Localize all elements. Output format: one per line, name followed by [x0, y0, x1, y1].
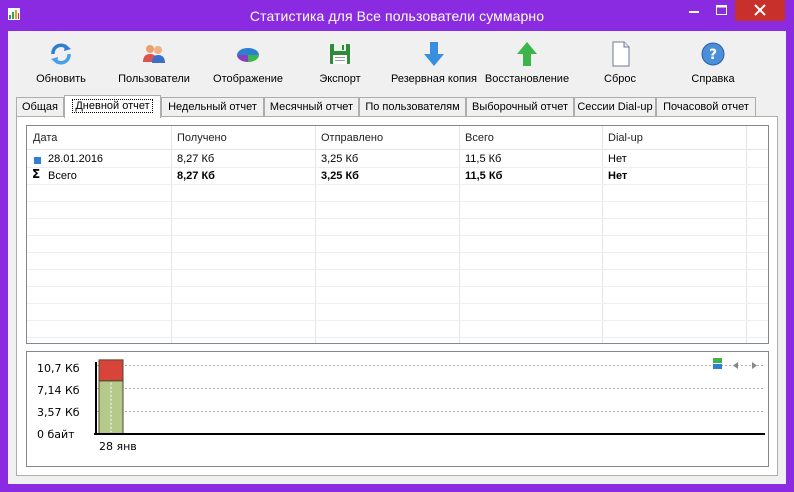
reset-icon: [607, 41, 633, 67]
help-icon: ?: [700, 41, 726, 67]
backup-label: Резервная копия: [390, 73, 478, 85]
cell-dialup: Нет: [608, 153, 627, 165]
row-divider: [27, 167, 768, 168]
column-header-dialup[interactable]: Dial-up: [608, 132, 643, 144]
traffic-chart[interactable]: 10,7 Кб 7,14 Кб 3,57 Кб 0 байт 28 янв: [26, 351, 769, 467]
legend-icon[interactable]: [713, 358, 722, 372]
tab-label: Почасовой отчет: [663, 101, 749, 113]
tab-dialup-sessions[interactable]: Сессии Dial-up: [574, 97, 656, 117]
row-divider: [27, 286, 768, 287]
users-label: Пользователи: [118, 73, 190, 85]
tab-daily-report[interactable]: Дневной отчет: [64, 95, 161, 118]
row-divider: [27, 337, 768, 338]
reset-label: Сброс: [604, 73, 636, 85]
table-header: Дата Получено Отправлено Всего Dial-up: [27, 126, 768, 150]
tab-label: Выборочный отчет: [471, 101, 568, 113]
column-header-received[interactable]: Получено: [177, 132, 227, 144]
tab-label: Сессии Dial-up: [577, 101, 653, 113]
cell-total: 11,5 Кб: [465, 153, 502, 165]
cell-total: 11,5 Кб: [465, 170, 503, 182]
restore-icon: [514, 41, 540, 67]
sigma-icon: Σ: [32, 167, 43, 183]
cell-received: 8,27 Кб: [177, 153, 215, 165]
report-table[interactable]: Дата Получено Отправлено Всего Dial-up 2…: [26, 125, 769, 344]
users-button[interactable]: Пользователи: [111, 37, 197, 91]
cell-date: Всего: [48, 170, 77, 182]
maximize-icon: [708, 0, 735, 21]
tab-label: Недельный отчет: [168, 101, 257, 113]
cell-dialup: Нет: [608, 170, 628, 182]
scroll-left-icon[interactable]: [733, 360, 739, 372]
title-bar[interactable]: Статистика для Все пользователи суммарно: [0, 0, 794, 31]
backup-button[interactable]: Резервная копия: [388, 37, 480, 91]
column-header-total[interactable]: Всего: [465, 132, 494, 144]
display-icon: [235, 41, 261, 67]
users-icon: [141, 41, 167, 67]
report-tabs: Общая Дневной отчет Недельный отчет Меся…: [16, 95, 778, 118]
row-divider: [27, 320, 768, 321]
scroll-right-icon[interactable]: [752, 360, 758, 372]
restore-label: Восстановление: [484, 73, 570, 85]
bar-segment-1: [98, 359, 124, 382]
tab-label: Общая: [22, 101, 58, 113]
refresh-label: Обновить: [36, 73, 86, 85]
tab-hourly-report[interactable]: Почасовой отчет: [656, 97, 756, 117]
maximize-button[interactable]: [708, 0, 735, 21]
chart-plot: [94, 359, 765, 435]
tab-weekly-report[interactable]: Недельный отчет: [161, 97, 264, 117]
row-divider: [27, 269, 768, 270]
row-divider: [27, 303, 768, 304]
refresh-icon: [48, 41, 74, 67]
reset-button[interactable]: Сброс: [594, 37, 646, 91]
tab-label: По пользователям: [365, 101, 460, 113]
app-window: Статистика для Все пользователи суммарно: [0, 0, 794, 492]
cell-sent: 3,25 Кб: [321, 153, 359, 165]
tab-label: Месячный отчет: [269, 101, 354, 113]
tab-monthly-report[interactable]: Месячный отчет: [264, 97, 359, 117]
row-divider: [27, 235, 768, 236]
row-divider: [27, 201, 768, 202]
cell-sent: 3,25 Кб: [321, 170, 359, 182]
backup-icon: [421, 41, 447, 67]
blue-square-icon: [34, 155, 41, 167]
window-title: Статистика для Все пользователи суммарно: [249, 8, 545, 24]
column-header-sent[interactable]: Отправлено: [321, 132, 383, 144]
column-header-date[interactable]: Дата: [33, 132, 57, 144]
row-divider: [27, 184, 768, 185]
display-button[interactable]: Отображение: [208, 37, 288, 91]
cell-received: 8,27 Кб: [177, 170, 215, 182]
toolbar: Обновить Пользователи Отображение Экспор…: [8, 31, 786, 93]
row-divider: [27, 218, 768, 219]
client-area: Обновить Пользователи Отображение Экспор…: [8, 31, 786, 484]
minimize-button[interactable]: [680, 0, 708, 21]
tab-panel: Дата Получено Отправлено Всего Dial-up 2…: [16, 116, 778, 476]
export-button[interactable]: Экспорт: [312, 37, 368, 91]
close-button[interactable]: [735, 0, 785, 21]
tab-general[interactable]: Общая: [16, 97, 64, 117]
svg-text:?: ?: [709, 47, 717, 63]
help-button[interactable]: ? Справка: [682, 37, 744, 91]
refresh-button[interactable]: Обновить: [28, 37, 94, 91]
export-label: Экспорт: [319, 73, 361, 85]
close-icon: [735, 0, 785, 21]
tab-label: Дневной отчет: [72, 99, 153, 113]
tab-by-users[interactable]: По пользователям: [359, 97, 466, 117]
help-label: Справка: [691, 73, 735, 85]
row-divider: [27, 252, 768, 253]
tab-custom-report[interactable]: Выборочный отчет: [466, 97, 574, 117]
minimize-icon: [680, 0, 708, 21]
cell-date: 28.01.2016: [48, 153, 104, 165]
restore-button[interactable]: Восстановление: [484, 37, 570, 91]
svg-text:Σ: Σ: [32, 168, 40, 180]
display-label: Отображение: [213, 73, 283, 85]
export-icon: [327, 41, 353, 67]
